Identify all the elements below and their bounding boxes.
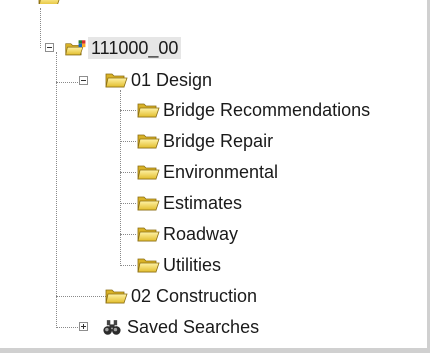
- binoculars-icon: [103, 320, 121, 335]
- tree-node-label: Environmental: [163, 162, 279, 182]
- tree-node-root[interactable]: 111000_00: [64, 35, 182, 61]
- tree-line: [120, 110, 136, 111]
- tree-node-construction[interactable]: 02 Construction: [104, 283, 260, 309]
- tree-node-label: Bridge Recommendations: [163, 100, 371, 120]
- tree-line: [120, 234, 136, 235]
- collapse-root-toggle[interactable]: [45, 43, 54, 52]
- tree-node-label: 02 Construction: [131, 286, 258, 306]
- tree-node-saved-searches[interactable]: Saved Searches: [100, 314, 262, 340]
- folder-open-icon: [104, 69, 128, 91]
- tree-node-estimates[interactable]: Estimates: [136, 190, 245, 216]
- tree-node-label: Saved Searches: [127, 317, 260, 337]
- project-folder-icon: [65, 40, 86, 56]
- folder-tree: 111000_00 01 Design Bridge Recommendatio…: [0, 0, 427, 348]
- tree-line: [40, 8, 41, 48]
- tree-line: [56, 82, 80, 83]
- tree-line: [120, 90, 121, 266]
- folder-icon: [136, 192, 160, 214]
- folder-icon: [136, 130, 160, 152]
- tree-node-utilities[interactable]: Utilities: [136, 252, 224, 278]
- tree-line: [120, 265, 136, 266]
- tree-line: [56, 52, 57, 328]
- clipped-parent-node: [36, 0, 106, 4]
- folder-icon: [136, 161, 160, 183]
- tree-node-label: 01 Design: [131, 70, 213, 90]
- expand-saved-searches-toggle[interactable]: [79, 322, 88, 331]
- tree-node-label: Roadway: [163, 224, 239, 244]
- tree-line: [120, 141, 136, 142]
- tree-node-environmental[interactable]: Environmental: [136, 159, 281, 185]
- folder-icon: [136, 223, 160, 245]
- folder-icon: [136, 99, 160, 121]
- folder-icon: [36, 0, 62, 4]
- folder-icon: [104, 285, 128, 307]
- tree-node-design[interactable]: 01 Design: [104, 67, 215, 93]
- collapse-design-toggle[interactable]: [79, 76, 88, 85]
- tree-line: [56, 296, 106, 297]
- tree-line: [120, 203, 136, 204]
- tree-node-bridge-repair[interactable]: Bridge Repair: [136, 128, 276, 154]
- tree-node-label: Utilities: [163, 255, 222, 275]
- tree-line: [56, 327, 80, 328]
- tree-line: [120, 172, 136, 173]
- tree-node-bridge-recommendations[interactable]: Bridge Recommendations: [136, 97, 373, 123]
- tree-node-label: Estimates: [163, 193, 243, 213]
- tree-node-roadway[interactable]: Roadway: [136, 221, 241, 247]
- tree-panel: 111000_00 01 Design Bridge Recommendatio…: [0, 0, 430, 353]
- tree-node-label: Bridge Repair: [163, 131, 274, 151]
- folder-icon: [136, 254, 160, 276]
- tree-node-label: 111000_00: [88, 37, 182, 59]
